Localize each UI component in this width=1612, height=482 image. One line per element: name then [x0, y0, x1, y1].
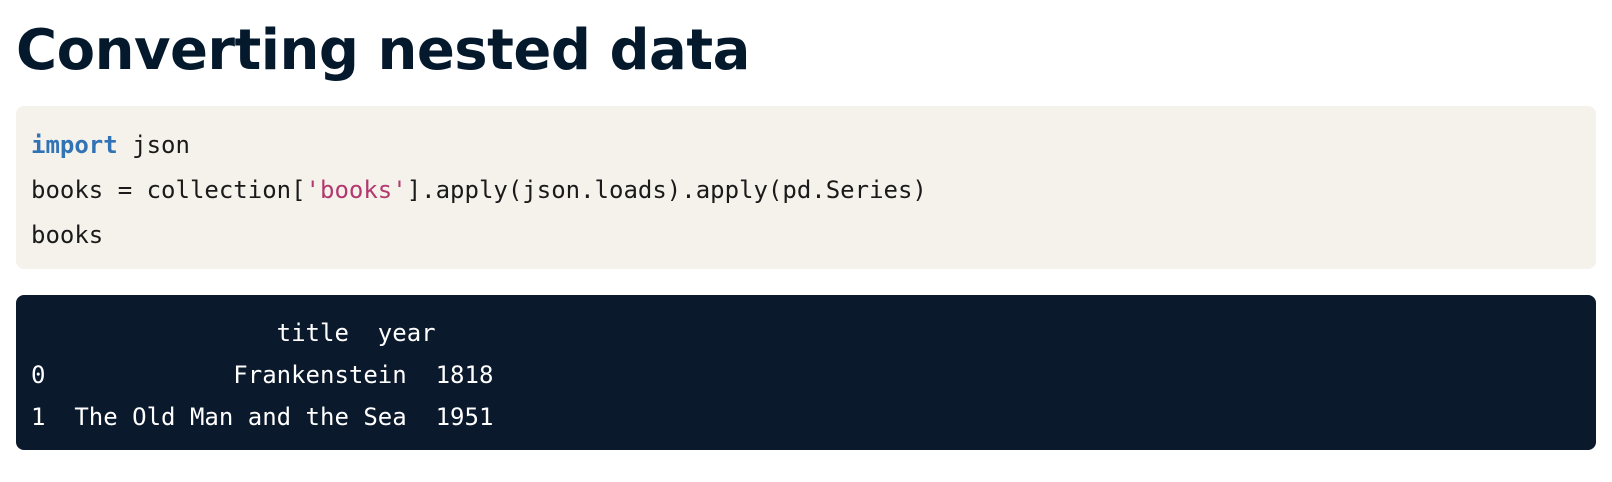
column-gap — [349, 319, 378, 347]
code-keyword: import — [31, 131, 118, 159]
cell-title: The Old Man and the Sea — [74, 403, 407, 431]
code-line: books — [31, 213, 1581, 258]
row-pad — [45, 361, 233, 389]
column-gap — [407, 361, 436, 389]
code-text: books — [31, 221, 104, 249]
cell-year: 1951 — [435, 403, 494, 431]
output-row: 1 The Old Man and the Sea 1951 — [31, 396, 1581, 438]
column-gap — [407, 403, 436, 431]
code-text: ].apply(json.loads).apply(pd.Series) — [406, 176, 927, 204]
output-index-pad — [31, 319, 277, 347]
code-cell[interactable]: import json books = collection['books'].… — [16, 106, 1596, 269]
code-line: import json — [31, 123, 1581, 168]
code-text: json — [117, 131, 190, 159]
row-index: 1 — [31, 403, 46, 431]
row-index: 0 — [31, 361, 46, 389]
column-header-year: year — [377, 319, 436, 347]
code-string: 'books' — [305, 176, 407, 204]
cell-year: 1818 — [435, 361, 494, 389]
output-header-row: title year — [31, 312, 1581, 354]
code-line: books = collection['books'].apply(json.l… — [31, 168, 1581, 213]
column-header-title: title — [276, 319, 349, 347]
row-pad — [45, 403, 74, 431]
cell-title: Frankenstein — [233, 361, 407, 389]
page-title: Converting nested data — [16, 18, 750, 83]
code-text: books = collection[ — [31, 176, 306, 204]
output-cell: title year 0 Frankenstein 1818 1 The Old… — [16, 295, 1596, 450]
output-row: 0 Frankenstein 1818 — [31, 354, 1581, 396]
